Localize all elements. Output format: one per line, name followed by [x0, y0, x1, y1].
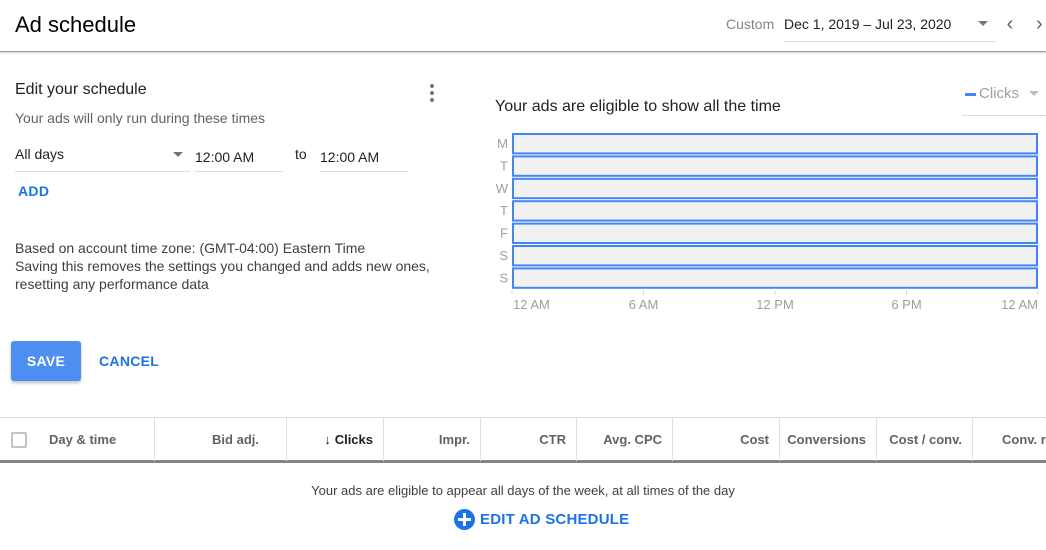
- chevron-right-icon[interactable]: ›: [1036, 12, 1046, 36]
- column-header-bid-adj[interactable]: Bid adj.: [155, 418, 287, 461]
- editor-title: Edit your schedule: [15, 81, 147, 98]
- more-vert-icon[interactable]: [424, 82, 440, 104]
- date-range-value: Dec 1, 2019 – Jul 23, 2020: [784, 16, 952, 32]
- arrow-down-icon: ↓: [324, 432, 331, 447]
- day-label: S: [499, 248, 508, 263]
- page-header: Ad schedule Custom Dec 1, 2019 – Jul 23,…: [0, 0, 1046, 52]
- schedule-bar[interactable]: [512, 267, 1038, 289]
- start-time-input[interactable]: [195, 140, 283, 172]
- save-button[interactable]: SAVE: [11, 341, 81, 381]
- column-header-clicks[interactable]: ↓ Clicks: [287, 418, 384, 461]
- column-header-cost-per-conv[interactable]: Cost / conv.: [877, 418, 973, 461]
- metric-select[interactable]: Clicks: [962, 80, 1046, 116]
- column-header-ctr[interactable]: CTR: [481, 418, 577, 461]
- chevron-left-icon[interactable]: ‹: [1000, 12, 1020, 36]
- column-header-conversions[interactable]: Conversions: [780, 418, 877, 461]
- caret-down-icon: [1029, 91, 1039, 96]
- saving-warning: Saving this removes the settings you cha…: [15, 258, 430, 292]
- timezone-text: Based on account time zone: (GMT-04:00) …: [15, 240, 366, 256]
- edit-ad-schedule-label: EDIT AD SCHEDULE: [480, 511, 630, 528]
- day-label: M: [497, 136, 508, 151]
- schedule-chart: MTWTFSS12 AM 6 AM 12 PM 6 PM 12 AM: [496, 133, 1039, 312]
- x-tick-label: 12 AM: [513, 297, 550, 312]
- editor-subtitle: Your ads will only run during these time…: [15, 110, 266, 126]
- page-title: Ad schedule: [15, 12, 137, 37]
- schedule-bar[interactable]: [512, 245, 1038, 267]
- add-circle-icon: [454, 509, 475, 530]
- x-tick-label: 12 AM: [1001, 297, 1038, 312]
- legend-swatch: [965, 93, 976, 96]
- caret-down-icon: [978, 21, 988, 26]
- caret-down-icon: [173, 152, 183, 157]
- day-label: W: [496, 181, 509, 196]
- days-select-value: All days: [15, 146, 65, 162]
- table-header: Day & time Bid adj. ↓ Clicks Impr. CTR Av…: [0, 417, 1046, 463]
- timezone-note: Based on account time zone: (GMT-04:00) …: [15, 239, 455, 293]
- metric-label: Clicks: [979, 85, 1019, 102]
- day-label: S: [499, 270, 508, 285]
- schedule-bar[interactable]: [512, 155, 1038, 177]
- empty-state-message: Your ads are eligible to appear all days…: [311, 483, 735, 498]
- schedule-bar[interactable]: [512, 133, 1038, 155]
- date-range-label: Custom: [726, 16, 775, 32]
- add-button[interactable]: ADD: [18, 183, 49, 199]
- schedule-bar[interactable]: [512, 177, 1038, 200]
- cancel-button[interactable]: CANCEL: [99, 353, 159, 369]
- chart-title: Your ads are eligible to show all the ti…: [495, 98, 781, 115]
- x-tick-label: 12 PM: [756, 297, 794, 312]
- day-label: F: [500, 226, 508, 241]
- to-label: to: [295, 146, 307, 162]
- days-select[interactable]: All days: [15, 140, 190, 172]
- column-header-impr[interactable]: Impr.: [384, 418, 481, 461]
- x-tick-label: 6 PM: [891, 297, 921, 312]
- day-label: T: [500, 158, 508, 173]
- column-header-conv-rate[interactable]: Conv. ra: [973, 418, 1046, 461]
- column-header-cost[interactable]: Cost: [673, 418, 780, 461]
- day-label: T: [500, 203, 508, 218]
- column-header-avg-cpc[interactable]: Avg. CPC: [577, 418, 673, 461]
- x-tick-label: 6 AM: [629, 297, 659, 312]
- column-header-day-time[interactable]: Day & time: [0, 418, 155, 461]
- schedule-bar[interactable]: [512, 200, 1038, 222]
- end-time-input[interactable]: [320, 140, 408, 172]
- schedule-bar[interactable]: [512, 222, 1038, 244]
- date-range-select[interactable]: Dec 1, 2019 – Jul 23, 2020: [784, 10, 996, 42]
- column-label: Clicks: [334, 432, 373, 447]
